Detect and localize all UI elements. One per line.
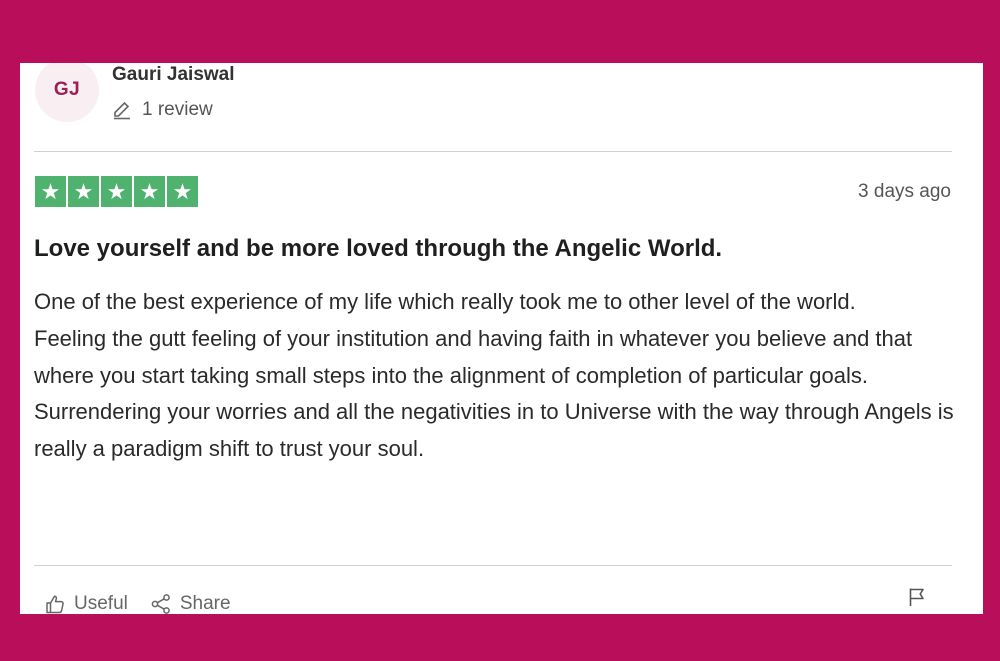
share-label: Share (179, 593, 231, 614)
share-icon (151, 594, 170, 614)
flag-icon[interactable] (906, 586, 928, 608)
thumbs-up-icon (46, 595, 64, 614)
review-date: 3 days ago (858, 181, 951, 202)
star-icon: ★ (167, 176, 198, 207)
review-body: One of the best experience of my life wh… (34, 284, 964, 468)
review-actions: Useful Share (44, 593, 231, 614)
review-count: 1 review (112, 99, 213, 121)
review-paragraph: Surrendering your worries and all the ne… (34, 399, 954, 462)
review-paragraph: One of the best experience of my life wh… (34, 289, 856, 314)
review-paragraph: Feeling the gutt feeling of your institu… (34, 325, 913, 388)
review-count-label: 1 review (142, 99, 213, 120)
star-icon: ★ (101, 176, 132, 207)
useful-label: Useful (74, 593, 128, 614)
review-card: GJ Gauri Jaiswal 1 review ★ ★ ★ ★ ★ 3 days a… (20, 63, 983, 614)
avatar-initials: GJ (53, 79, 81, 100)
pencil-icon (112, 100, 132, 120)
reviewer-name[interactable]: Gauri Jaiswal (112, 64, 235, 86)
useful-button[interactable]: Useful (44, 593, 128, 614)
avatar[interactable]: GJ (35, 63, 99, 122)
review-title[interactable]: Love yourself and be more loved through … (34, 235, 722, 263)
star-icon: ★ (134, 176, 165, 207)
header-divider (34, 151, 952, 152)
star-icon: ★ (68, 176, 99, 207)
star-rating: ★ ★ ★ ★ ★ (35, 176, 198, 207)
star-icon: ★ (35, 176, 66, 207)
footer-divider (34, 565, 952, 566)
share-button[interactable]: Share (150, 593, 231, 614)
